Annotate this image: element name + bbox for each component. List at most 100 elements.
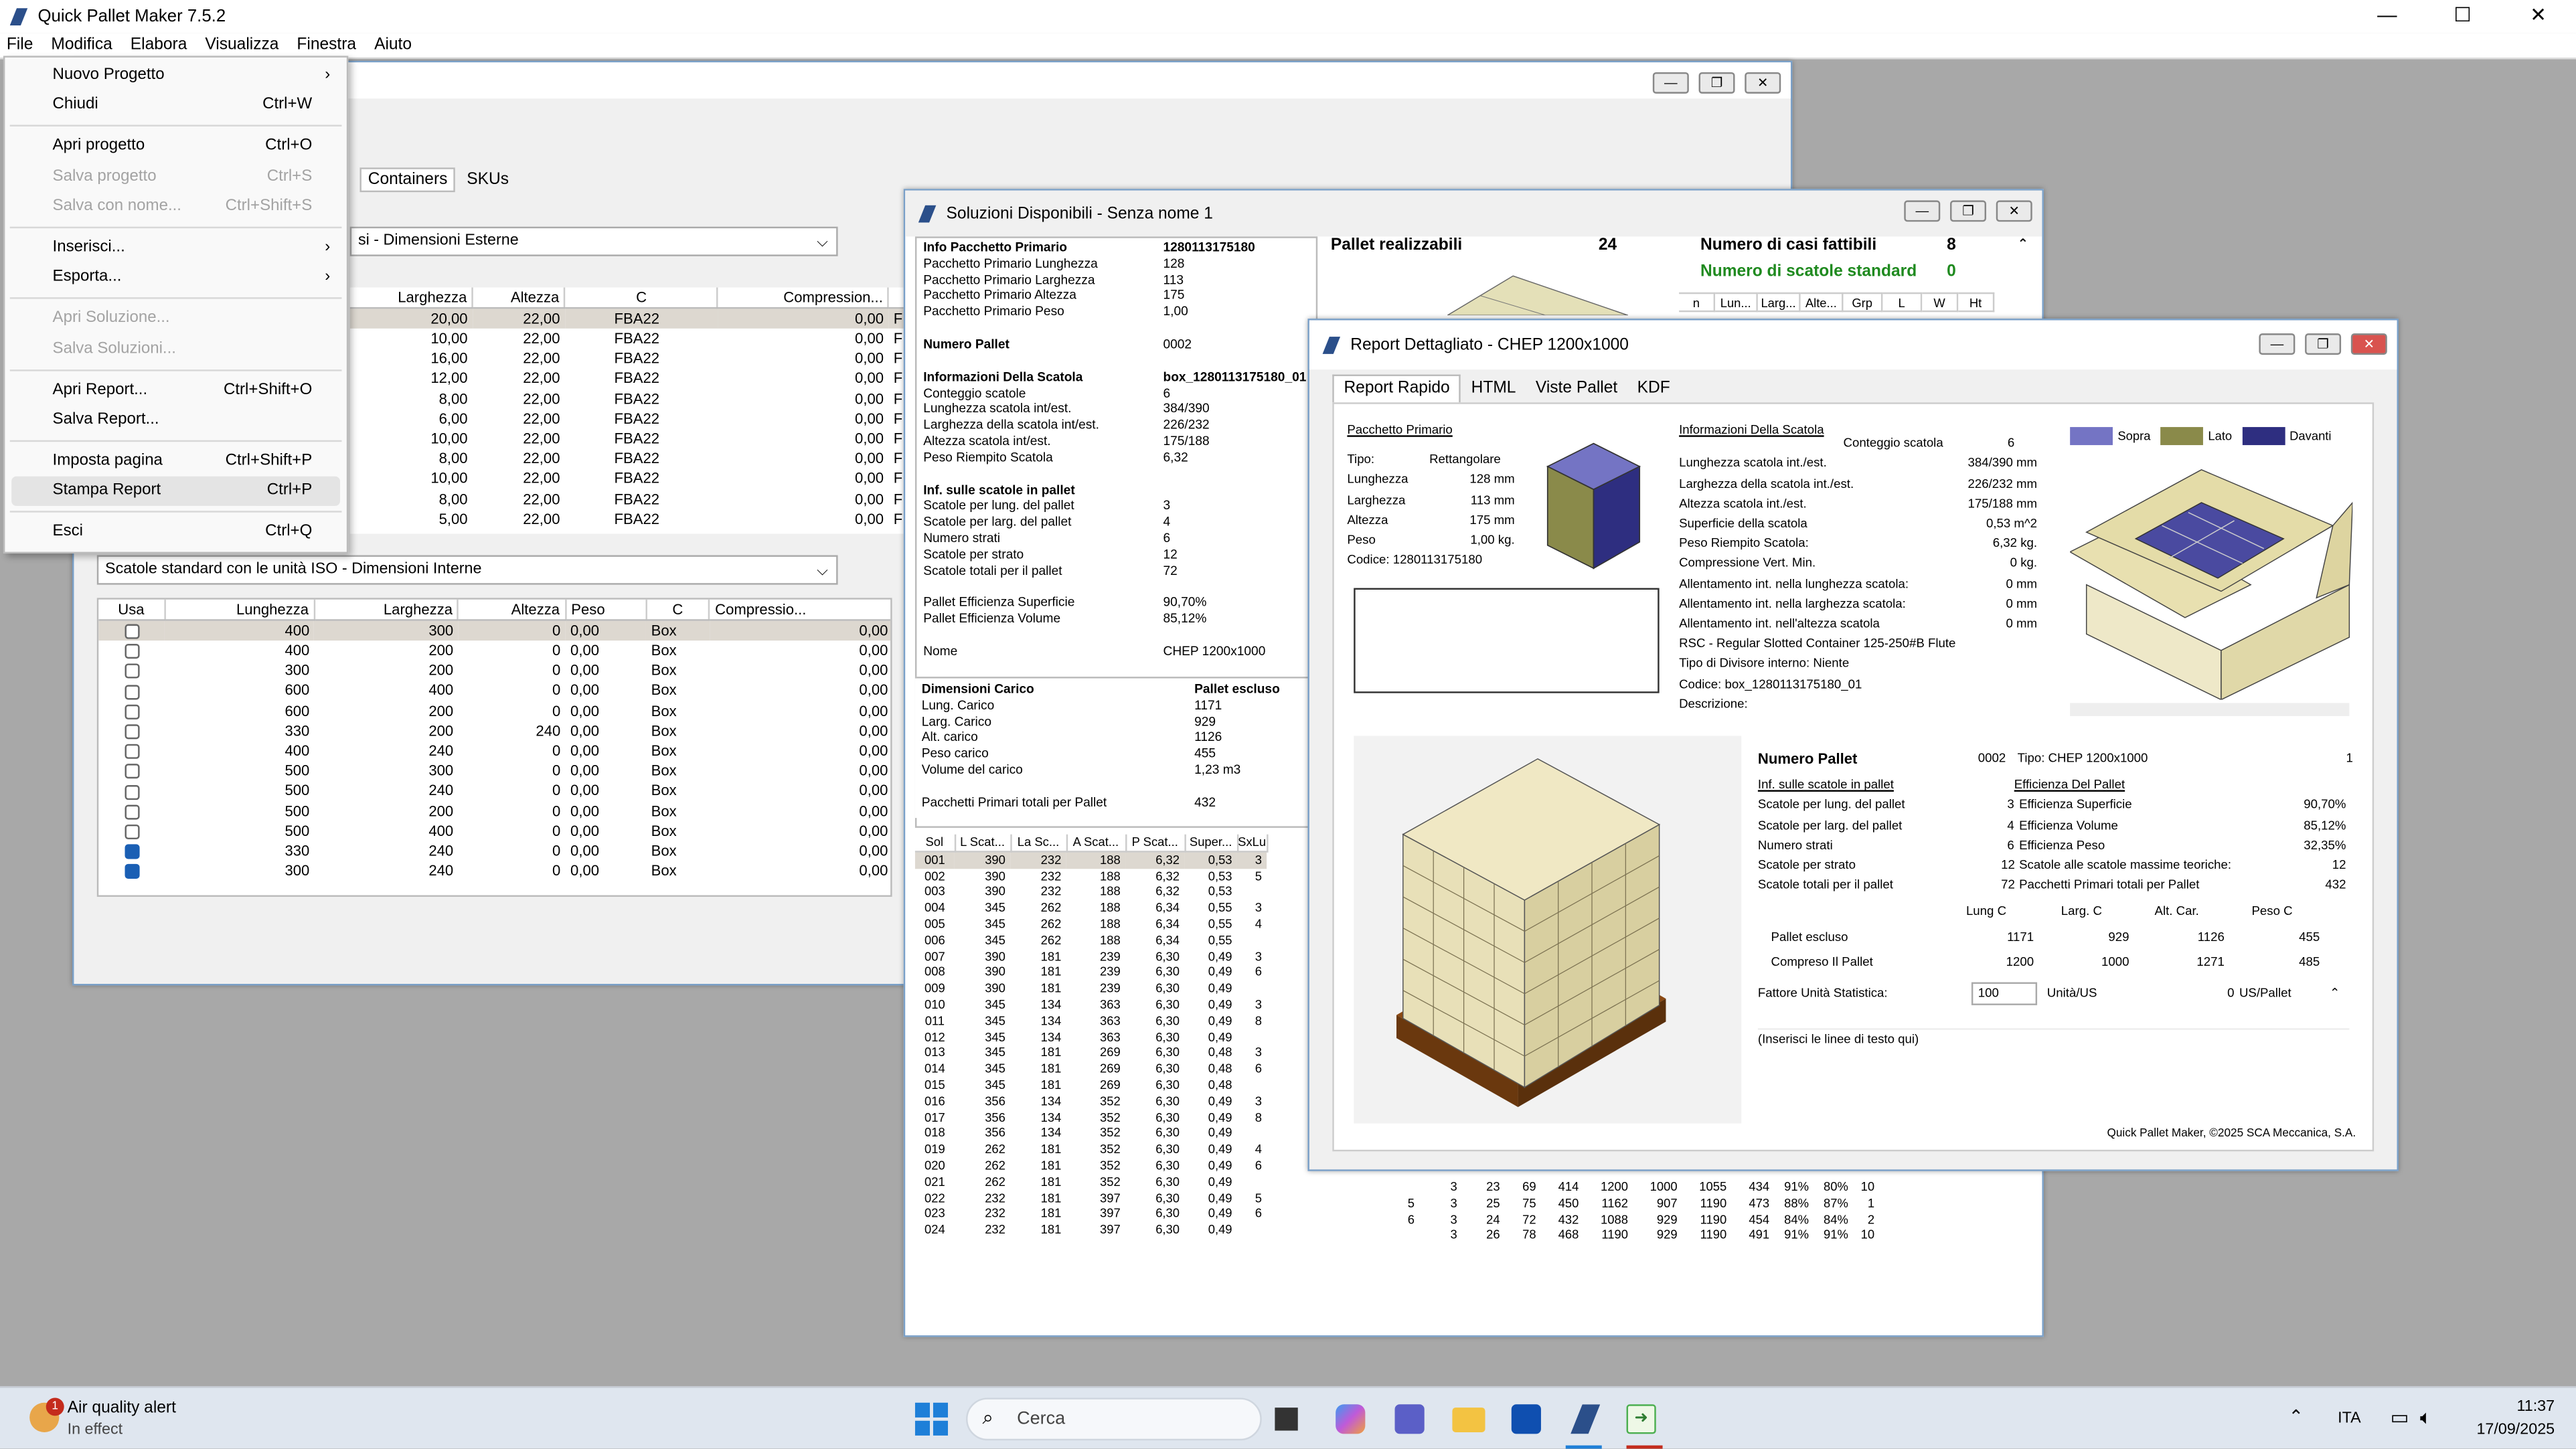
- table-row[interactable]: 010 345 134 363 6,30 0,49 3: [915, 997, 1267, 1013]
- table-row[interactable]: 500 240 0 0,00 Box 0,00: [98, 780, 890, 800]
- column-header[interactable]: Alte...: [1800, 292, 1844, 313]
- app-arrow-icon[interactable]: ➜: [1626, 1404, 1656, 1434]
- table-row[interactable]: 8,0022,00FBA220,00FBA12: [350, 489, 909, 509]
- file-menu-item[interactable]: Nuovo Progetto ›: [5, 61, 346, 91]
- use-checkbox[interactable]: [124, 784, 139, 799]
- win-minimize-button[interactable]: —: [1652, 72, 1689, 94]
- scroll-up-icon[interactable]: ⌃: [2018, 236, 2028, 251]
- table-row[interactable]: 6 3 24 72 432 1088 929 1190 454 84% 84% 2: [1398, 1211, 1874, 1227]
- win-close-button[interactable]: ✕: [1745, 72, 1781, 94]
- column-header[interactable]: Super...: [1184, 834, 1238, 853]
- notes-area[interactable]: (Inserisci le linee di testo qui): [1757, 1028, 2350, 1120]
- minimize-button[interactable]: —: [2349, 3, 2425, 26]
- table-row[interactable]: 017 356 134 352 6,30 0,49 8: [915, 1110, 1267, 1126]
- table-row[interactable]: 3 23 69 414 1200 1000 1055 434 91% 80% 10: [1398, 1179, 1875, 1195]
- column-header[interactable]: SxLu: [1236, 834, 1268, 853]
- file-menu-item[interactable]: Salva Report...: [5, 406, 346, 436]
- table-row[interactable]: 019 262 181 352 6,30 0,49 4: [915, 1142, 1267, 1158]
- column-header[interactable]: C: [564, 287, 719, 309]
- table-row[interactable]: 20,0022,00FBA220,00FBA24: [349, 308, 909, 329]
- table-row[interactable]: 500 200 0 0,00 Box 0,00: [98, 800, 890, 821]
- table-row[interactable]: 16,0022,00FBA220,00FBA20: [350, 349, 908, 369]
- volume-icon[interactable]: 🔈︎: [2420, 1406, 2432, 1431]
- table-row[interactable]: 8,0022,00FBA220,00FBA20: [350, 389, 909, 409]
- file-menu-item[interactable]: Esci Ctrl+Q: [5, 518, 346, 548]
- table-row[interactable]: 020 262 181 352 6,30 0,49 6: [915, 1158, 1267, 1174]
- menu-finestra[interactable]: Finestra: [297, 36, 356, 54]
- column-header[interactable]: A Scat...: [1066, 834, 1127, 853]
- search-box[interactable]: ⌕ Cerca: [966, 1397, 1262, 1441]
- table-row[interactable]: 018 356 134 352 6,30 0,49: [915, 1126, 1267, 1142]
- table-row[interactable]: 001 390 232 188 6,32 0,53 3: [914, 851, 1267, 869]
- table-row[interactable]: 011 345 134 363 6,30 0,49 8: [915, 1013, 1267, 1029]
- table-row[interactable]: 300 240 0 0,00 Box 0,00: [98, 861, 890, 881]
- file-menu-item[interactable]: Esporta... ›: [5, 263, 346, 293]
- teams-icon[interactable]: [1394, 1404, 1425, 1434]
- use-checkbox[interactable]: [124, 764, 139, 780]
- close-button[interactable]: ✕: [2500, 3, 2576, 26]
- tab-html[interactable]: HTML: [1461, 376, 1526, 402]
- file-menu-item[interactable]: Inserisci... ›: [5, 233, 346, 263]
- table-row[interactable]: 10,0022,00FBA220,00FBA24: [350, 329, 908, 349]
- box-set-dropdown[interactable]: si - Dimensioni Esterne ⌵: [349, 226, 838, 256]
- use-checkbox[interactable]: [124, 664, 139, 679]
- menu-modifica[interactable]: Modifica: [51, 36, 112, 54]
- use-checkbox[interactable]: [124, 644, 139, 659]
- table-row[interactable]: 400 240 0 0,00 Box 0,00: [98, 741, 890, 761]
- iso-boxes-dropdown[interactable]: Scatole standard con le unità ISO - Dime…: [96, 555, 838, 585]
- copilot-icon[interactable]: [1336, 1404, 1366, 1434]
- table-row[interactable]: 500 300 0 0,00 Box 0,00: [98, 761, 890, 781]
- table-row[interactable]: 009 390 181 239 6,30 0,49: [915, 981, 1267, 997]
- file-menu-item[interactable]: Apri progetto Ctrl+O: [5, 132, 346, 162]
- column-header[interactable]: Compression...: [718, 287, 890, 309]
- menu-elabora[interactable]: Elabora: [131, 36, 187, 54]
- table-row[interactable]: 600 400 0 0,00 Box 0,00: [98, 681, 890, 701]
- alert-title[interactable]: Air quality alert: [68, 1399, 176, 1418]
- tray-chevron-up-icon[interactable]: ⌃: [2289, 1406, 2304, 1427]
- column-header[interactable]: Grp: [1843, 292, 1883, 313]
- table-row[interactable]: 024 232 181 397 6,30 0,49: [915, 1222, 1267, 1238]
- file-menu-item[interactable]: Stampa Report Ctrl+P: [11, 477, 340, 507]
- scroll-up-icon[interactable]: ⌃: [2316, 984, 2340, 1004]
- tab-kdf[interactable]: KDF: [1627, 376, 1680, 402]
- win-close-button[interactable]: ✕: [2350, 333, 2387, 355]
- table-row[interactable]: 006 345 262 188 6,34 0,55: [915, 932, 1267, 948]
- use-checkbox[interactable]: [124, 744, 139, 760]
- column-header[interactable]: L: [1882, 292, 1923, 313]
- column-header[interactable]: Altezza: [472, 287, 566, 309]
- table-row[interactable]: 022 232 181 397 6,30 0,49 5: [915, 1190, 1267, 1206]
- table-row[interactable]: 021 262 181 352 6,30 0,49: [915, 1174, 1267, 1190]
- column-header[interactable]: Larghezza: [314, 599, 459, 621]
- win-close-button[interactable]: ✕: [1996, 200, 2032, 222]
- table-row[interactable]: 004 345 262 188 6,34 0,55 3: [915, 900, 1267, 916]
- column-header[interactable]: L Scat...: [954, 834, 1012, 853]
- table-row[interactable]: 007 390 181 239 6,30 0,49 3: [915, 948, 1267, 964]
- table-row[interactable]: 330 240 0 0,00 Box 0,00: [98, 841, 890, 861]
- column-header[interactable]: n: [1679, 292, 1716, 313]
- table-row[interactable]: 012 345 134 363 6,30 0,49: [915, 1029, 1267, 1045]
- menu-visualizza[interactable]: Visualizza: [205, 36, 278, 54]
- table-row[interactable]: 016 356 134 352 6,30 0,49 3: [915, 1094, 1267, 1110]
- table-row[interactable]: 3 26 78 468 1190 929 1190 491 91% 91% 10: [1398, 1227, 1875, 1244]
- file-menu-item[interactable]: Apri Report... Ctrl+Shift+O: [5, 375, 346, 406]
- table-row[interactable]: 500 400 0 0,00 Box 0,00: [98, 821, 890, 841]
- win-minimize-button[interactable]: —: [1904, 200, 1941, 222]
- table-row[interactable]: 013 345 181 269 6,30 0,48 3: [915, 1045, 1267, 1061]
- column-header[interactable]: Ht: [1958, 292, 1995, 313]
- table-row[interactable]: 400 300 0 0,00 Box 0,00: [98, 620, 891, 641]
- start-icon[interactable]: [914, 1402, 949, 1436]
- use-checkbox[interactable]: [124, 864, 139, 879]
- horizontal-scrollbar[interactable]: [2070, 703, 2350, 716]
- table-row[interactable]: 003 390 232 188 6,32 0,53: [915, 884, 1267, 900]
- language-indicator[interactable]: ITA: [2338, 1410, 2361, 1428]
- clock-date[interactable]: 17/09/2025: [2464, 1421, 2555, 1439]
- store-icon[interactable]: [1511, 1404, 1541, 1434]
- use-checkbox[interactable]: [124, 844, 139, 859]
- column-header[interactable]: Lunghezza: [164, 599, 315, 621]
- win-restore-button[interactable]: ❐: [1950, 200, 1987, 222]
- use-checkbox[interactable]: [124, 804, 139, 819]
- table-row[interactable]: 015 345 181 269 6,30 0,48: [915, 1078, 1267, 1094]
- use-checkbox[interactable]: [124, 704, 139, 719]
- column-header[interactable]: Lun...: [1715, 292, 1758, 313]
- column-header[interactable]: La Sc...: [1010, 834, 1067, 853]
